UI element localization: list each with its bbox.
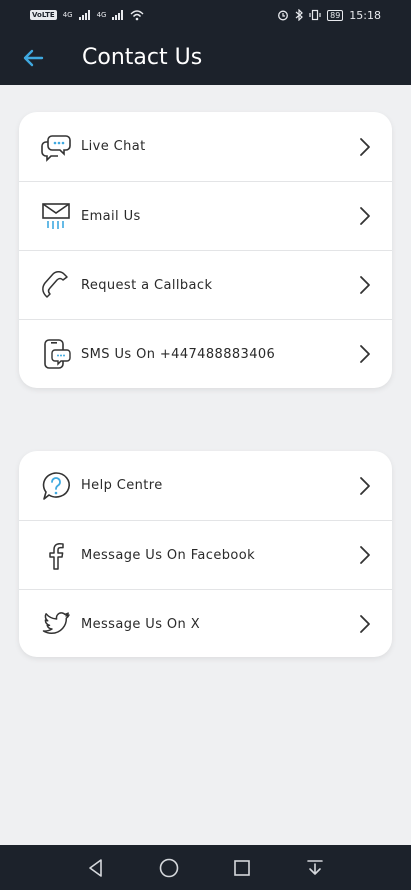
callback-row[interactable]: Request a Callback	[19, 250, 392, 319]
chevron-right-icon	[360, 615, 370, 633]
help-centre-row[interactable]: Help Centre	[19, 451, 392, 520]
signal-icon	[78, 10, 90, 20]
chevron-right-icon	[360, 345, 370, 363]
clock: 15:18	[349, 8, 381, 22]
chevron-right-icon	[360, 476, 370, 495]
email-icon	[39, 199, 73, 233]
nav-recents-button[interactable]	[230, 856, 254, 880]
nav-home-button[interactable]	[157, 856, 181, 880]
sms-row[interactable]: SMS Us On +447488883406	[19, 319, 392, 388]
bluetooth-icon	[295, 9, 303, 21]
email-row[interactable]: Email Us	[19, 181, 392, 250]
sms-icon	[39, 337, 73, 371]
network-2: 4G	[96, 11, 107, 19]
live-chat-row[interactable]: Live Chat	[19, 112, 392, 181]
row-label: Request a Callback	[81, 277, 213, 293]
row-label: Message Us On X	[81, 616, 201, 632]
facebook-icon	[39, 538, 73, 572]
status-bar: VoLTE 4G 4G 89 15:18	[0, 0, 411, 30]
nav-back-button[interactable]	[84, 856, 108, 880]
wifi-icon	[130, 10, 144, 21]
app-bar: Contact Us	[0, 30, 411, 85]
x-row[interactable]: Message Us On X	[19, 589, 392, 657]
square-recents-icon	[234, 859, 250, 876]
row-label: Message Us On Facebook	[81, 547, 256, 563]
chevron-right-icon	[360, 276, 370, 294]
row-label: Email Us	[81, 208, 141, 224]
phone-icon	[39, 268, 73, 302]
pull-down-icon	[306, 859, 323, 875]
vibrate-icon	[309, 9, 321, 21]
twitter-icon	[39, 607, 73, 641]
system-nav-bar	[0, 845, 411, 890]
contact-options-card: Live Chat Email Us Request a Callback SM…	[19, 112, 392, 388]
chevron-right-icon	[360, 137, 370, 156]
volte-indicator: VoLTE	[30, 10, 57, 20]
row-label: SMS Us On +447488883406	[81, 346, 276, 362]
row-label: Help Centre	[81, 478, 163, 493]
signal-icon-2	[112, 10, 124, 20]
row-label: Live Chat	[81, 139, 146, 154]
social-options-card: Help Centre Message Us On Facebook Messa…	[19, 451, 392, 657]
triangle-back-icon	[89, 858, 103, 877]
back-button[interactable]	[18, 43, 48, 73]
page-title: Contact Us	[82, 45, 203, 70]
nav-notifications-button[interactable]	[303, 856, 327, 880]
chat-icon	[39, 130, 73, 164]
facebook-row[interactable]: Message Us On Facebook	[19, 520, 392, 589]
chevron-right-icon	[360, 546, 370, 564]
alarm-icon	[278, 10, 289, 21]
back-arrow-icon	[23, 49, 44, 66]
network-1: 4G	[62, 11, 73, 19]
circle-home-icon	[159, 858, 179, 877]
battery-indicator: 89	[327, 9, 344, 21]
chevron-right-icon	[360, 207, 370, 225]
help-icon	[39, 469, 73, 503]
